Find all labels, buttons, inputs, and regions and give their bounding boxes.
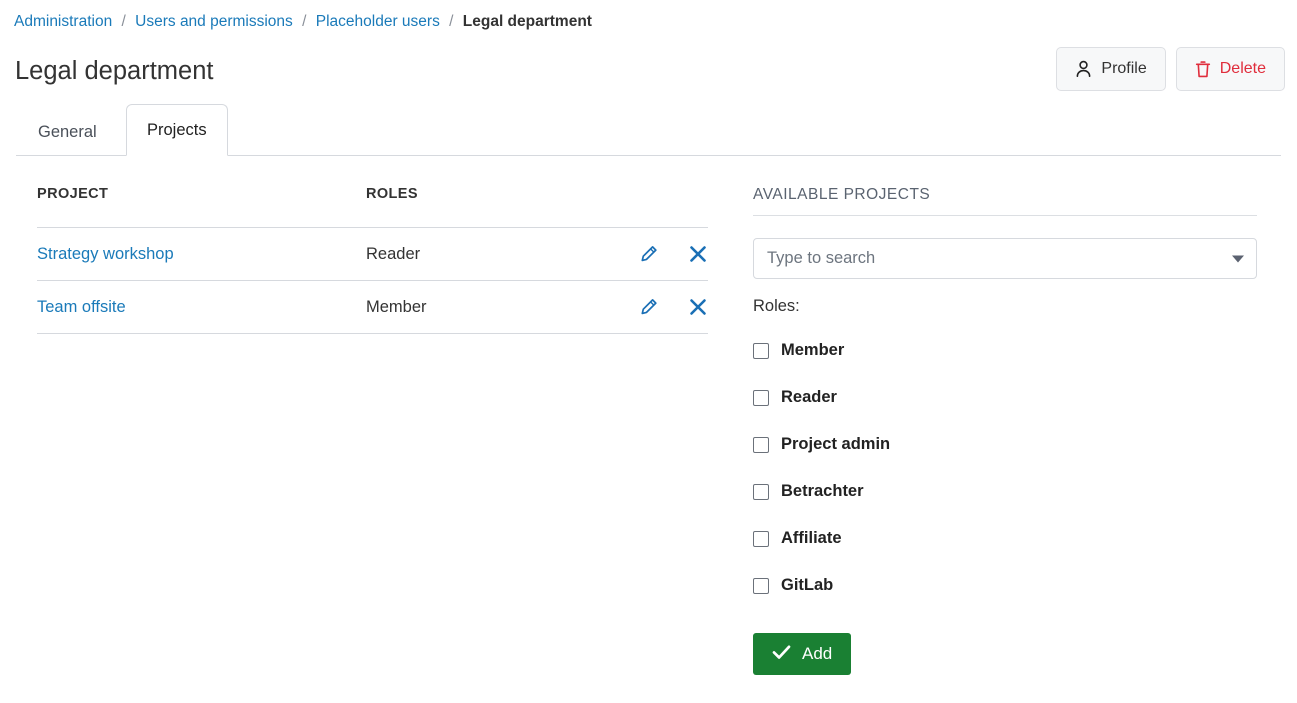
delete-button-label: Delete (1220, 60, 1266, 78)
role-label: Betrachter (781, 482, 864, 501)
table-cell-role: Reader (366, 228, 638, 281)
checkbox-icon[interactable] (753, 390, 769, 406)
table-cell-actions (638, 228, 708, 281)
role-checkbox-project-admin[interactable]: Project admin (753, 421, 1257, 468)
profile-button-label: Profile (1101, 60, 1146, 78)
breadcrumb-separator: / (122, 13, 126, 30)
roles-checkbox-list: Member Reader Project admin Betrachter A… (753, 327, 1257, 609)
role-checkbox-reader[interactable]: Reader (753, 374, 1257, 421)
checkbox-icon[interactable] (753, 484, 769, 500)
table-header-row: PROJECT ROLES (37, 186, 708, 228)
check-icon (772, 644, 791, 665)
role-checkbox-affiliate[interactable]: Affiliate (753, 515, 1257, 562)
close-x-icon[interactable] (688, 297, 708, 317)
page-title: Legal department (15, 54, 213, 88)
pencil-icon[interactable] (639, 297, 659, 317)
breadcrumb-item-placeholder-users[interactable]: Placeholder users (316, 13, 440, 30)
column-header-roles: ROLES (366, 186, 638, 228)
checkbox-icon[interactable] (753, 578, 769, 594)
role-checkbox-member[interactable]: Member (753, 327, 1257, 374)
close-x-icon[interactable] (688, 244, 708, 264)
table-cell-actions (638, 281, 708, 334)
project-search-input[interactable] (753, 238, 1257, 279)
column-header-actions (638, 186, 708, 228)
breadcrumb-separator: / (449, 13, 453, 30)
tab-general[interactable]: General (18, 108, 117, 156)
table-cell-project: Team offsite (37, 281, 366, 334)
project-search-container (753, 238, 1257, 279)
column-header-project: PROJECT (37, 186, 366, 228)
table-cell-role: Member (366, 281, 638, 334)
profile-button[interactable]: Profile (1056, 47, 1165, 91)
table-row: Strategy workshop Reader (37, 228, 708, 281)
role-label: Member (781, 341, 844, 360)
add-button[interactable]: Add (753, 633, 851, 675)
user-icon (1075, 60, 1092, 78)
table-row: Team offsite Member (37, 281, 708, 334)
tab-bar: General Projects (0, 104, 1297, 156)
role-label: GitLab (781, 576, 833, 595)
delete-button[interactable]: Delete (1176, 47, 1285, 91)
breadcrumb: Administration / Users and permissions /… (14, 11, 592, 33)
checkbox-icon[interactable] (753, 437, 769, 453)
projects-table: PROJECT ROLES Strategy workshop Reader (37, 186, 708, 334)
available-projects-panel: AVAILABLE PROJECTS Roles: Member Reader … (753, 186, 1257, 675)
role-checkbox-betrachter[interactable]: Betrachter (753, 468, 1257, 515)
role-checkbox-gitlab[interactable]: GitLab (753, 562, 1257, 609)
project-link[interactable]: Team offsite (37, 298, 126, 316)
roles-label: Roles: (753, 297, 1257, 316)
trash-icon (1195, 60, 1211, 79)
add-button-label: Add (802, 644, 832, 664)
checkbox-icon[interactable] (753, 531, 769, 547)
breadcrumb-item-users-and-permissions[interactable]: Users and permissions (135, 13, 293, 30)
breadcrumb-item-administration[interactable]: Administration (14, 13, 112, 30)
checkbox-icon[interactable] (753, 343, 769, 359)
pencil-icon[interactable] (639, 244, 659, 264)
tab-projects[interactable]: Projects (126, 104, 228, 156)
role-label: Reader (781, 388, 837, 407)
role-label: Affiliate (781, 529, 842, 548)
available-projects-heading: AVAILABLE PROJECTS (753, 186, 1257, 216)
table-cell-project: Strategy workshop (37, 228, 366, 281)
breadcrumb-item-current: Legal department (463, 13, 592, 30)
role-label: Project admin (781, 435, 890, 454)
project-link[interactable]: Strategy workshop (37, 245, 174, 263)
breadcrumb-separator: / (302, 13, 306, 30)
projects-table-container: PROJECT ROLES Strategy workshop Reader (37, 186, 708, 334)
header-actions: Profile Delete (1056, 47, 1285, 91)
